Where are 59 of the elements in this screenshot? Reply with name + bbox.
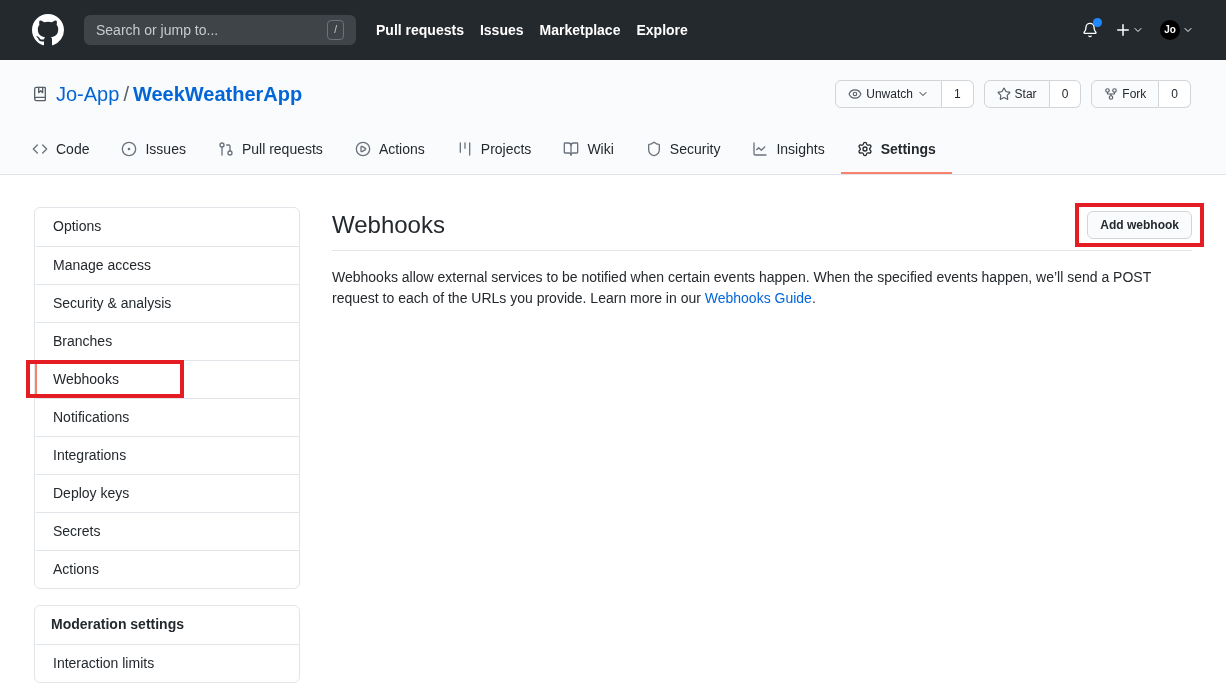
repo-link[interactable]: WeekWeatherApp bbox=[132, 80, 303, 108]
nav-link[interactable]: Marketplace bbox=[539, 20, 621, 40]
line-chart-icon bbox=[752, 141, 769, 157]
count-label[interactable]: 0 bbox=[1159, 80, 1191, 108]
create-menu-button[interactable] bbox=[1114, 21, 1144, 39]
plus-icon bbox=[1114, 21, 1132, 39]
repo-tab[interactable]: Security bbox=[629, 126, 737, 174]
repo-tab[interactable]: Code bbox=[16, 126, 106, 174]
menu-item[interactable]: Notifications bbox=[35, 398, 299, 436]
repo-tab[interactable]: Projects bbox=[440, 126, 548, 174]
play-icon bbox=[354, 141, 371, 157]
pull-request-icon bbox=[217, 141, 234, 157]
description-text: Webhooks allow external services to be notified when certain events happen. When the specified events happen, we’ll send a POST request to each of the URLs you provide. Learn more in our Webhooks Guide. bbox=[332, 268, 1152, 308]
owner-link[interactable]: Jo-App bbox=[56, 80, 120, 108]
menu-item[interactable]: Branches bbox=[35, 322, 299, 360]
settings-icon bbox=[856, 141, 873, 157]
star-icon bbox=[996, 87, 1011, 101]
fork-button[interactable]: Fork bbox=[1091, 80, 1160, 108]
shield-icon bbox=[645, 141, 662, 157]
repo-tab[interactable]: Insights bbox=[736, 126, 841, 174]
path-separator: / bbox=[123, 82, 129, 107]
menu-item[interactable]: Actions bbox=[35, 550, 299, 588]
shortcut-key: / bbox=[327, 20, 344, 40]
code-icon bbox=[32, 141, 48, 157]
user-menu-button[interactable]: Jo bbox=[1160, 20, 1194, 40]
fork-icon bbox=[1104, 87, 1119, 101]
nav-link[interactable]: Issues bbox=[479, 20, 524, 40]
avatar: Jo bbox=[1160, 20, 1180, 40]
search-field[interactable]: Search or jump to... / bbox=[84, 15, 356, 45]
logo-icon[interactable] bbox=[32, 14, 64, 46]
book-icon bbox=[563, 141, 580, 157]
star-button[interactable]: Star bbox=[983, 80, 1050, 108]
menu-item[interactable]: Secrets bbox=[35, 512, 299, 550]
count-label[interactable]: 1 bbox=[941, 80, 974, 108]
repo-tab[interactable]: Actions bbox=[338, 126, 441, 174]
menu-item[interactable]: Deploy keys bbox=[35, 474, 299, 512]
nav-link[interactable]: Pull requests bbox=[376, 20, 464, 40]
watch-button[interactable]: Unwatch bbox=[835, 80, 942, 108]
search-placeholder: Search or jump to... bbox=[96, 21, 219, 40]
menu-heading: Moderation settings bbox=[50, 615, 185, 634]
menu-item[interactable]: Interaction limits bbox=[35, 644, 299, 682]
menu-item[interactable]: Security & analysis bbox=[35, 284, 299, 322]
menu-item[interactable]: Options bbox=[35, 208, 299, 246]
menu-item[interactable]: Webhooks bbox=[35, 360, 299, 398]
menu-item[interactable]: Integrations bbox=[35, 436, 299, 474]
add-webhook-button[interactable]: Add webhook bbox=[1087, 210, 1192, 239]
repo-tab[interactable]: Pull requests bbox=[201, 126, 339, 174]
repo-tab[interactable]: Wiki bbox=[547, 126, 630, 174]
repo-icon bbox=[32, 86, 48, 102]
repo-tab[interactable]: Issues bbox=[105, 126, 202, 174]
count-label[interactable]: 0 bbox=[1049, 80, 1082, 108]
guide-link[interactable]: Webhooks Guide bbox=[704, 290, 812, 306]
eye-icon bbox=[848, 87, 863, 101]
repo-tab[interactable]: Settings bbox=[840, 126, 952, 174]
page-title: Webhooks bbox=[332, 209, 445, 240]
circle-dot-icon bbox=[121, 141, 138, 157]
nav-link[interactable]: Explore bbox=[636, 20, 688, 40]
bell-icon bbox=[1082, 22, 1098, 38]
menu-item[interactable]: Manage access bbox=[35, 246, 299, 284]
